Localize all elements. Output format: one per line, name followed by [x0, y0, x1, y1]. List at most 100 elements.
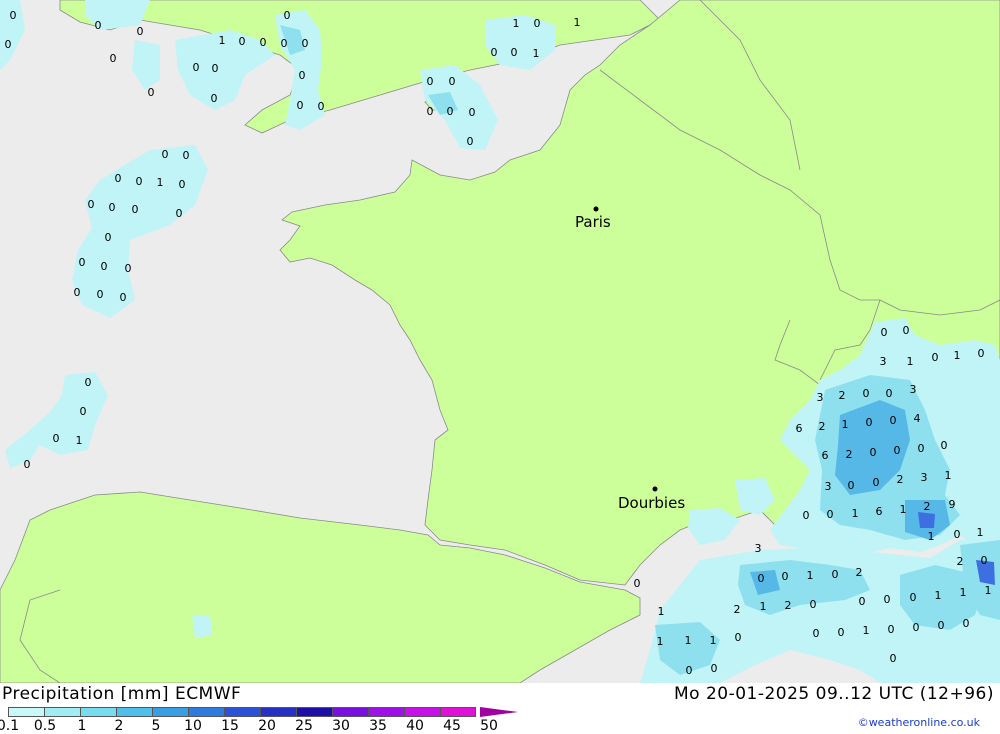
precip-value-label: 0 — [447, 105, 454, 118]
precip-value-label: 0 — [10, 9, 17, 22]
color-scale-swatch — [116, 707, 152, 717]
color-scale-tick: 1 — [77, 718, 87, 734]
precip-value-label: 2 — [957, 555, 964, 568]
precip-value-label: 2 — [734, 603, 741, 616]
color-scale-tick: 0.5 — [33, 718, 57, 734]
precip-value-label: 3 — [755, 542, 762, 555]
precip-value-label: 0 — [101, 260, 108, 273]
precip-value-label: 0 — [888, 623, 895, 636]
city-label-paris: Paris — [575, 213, 611, 231]
city-marker-paris[interactable] — [593, 206, 599, 212]
color-scale-tick: 20 — [258, 718, 276, 734]
precip-value-label: 2 — [846, 448, 853, 461]
precip-value-label: 0 — [132, 203, 139, 216]
precip-value-label: 1 — [657, 635, 664, 648]
precip-value-label: 0 — [913, 621, 920, 634]
precip-value-label: 0 — [80, 405, 87, 418]
precip-value-label: 0 — [467, 135, 474, 148]
precip-value-label: 0 — [511, 46, 518, 59]
precip-value-label: 0 — [866, 416, 873, 429]
precip-value-label: 3 — [921, 471, 928, 484]
precip-value-label: 0 — [832, 568, 839, 581]
color-scale-swatch — [332, 707, 368, 717]
precip-value-label: 0 — [894, 444, 901, 457]
precip-value-label: 0 — [890, 652, 897, 665]
city-label-dourbies: Dourbies — [618, 494, 685, 512]
color-scale-swatch — [404, 707, 440, 717]
color-scale-swatch — [224, 707, 260, 717]
precip-area — [192, 615, 212, 638]
precipitation-map: Paris Dourbies 0 0 0 0 0 0 1 0 0 0 0 0 0 0 0 0 0 0 1 0 1 0 0 1 0… — [0, 0, 1000, 683]
credit-link[interactable]: ©weatheronline.co.uk — [858, 716, 980, 729]
precip-value-label: 6 — [822, 449, 829, 462]
precip-value-label: 1 — [985, 584, 992, 597]
color-scale — [8, 707, 476, 717]
precip-value-label: 0 — [24, 458, 31, 471]
precip-value-label: 1 — [928, 530, 935, 543]
legend-bar: Precipitation [mm] ECMWF Mo 20-01-2025 0… — [0, 683, 1000, 734]
precip-value-label: 0 — [810, 598, 817, 611]
precip-value-label: 0 — [212, 62, 219, 75]
precip-value-label: 0 — [427, 105, 434, 118]
precip-value-label: 0 — [910, 591, 917, 604]
color-scale-swatch — [80, 707, 116, 717]
color-scale-tick: 35 — [369, 718, 387, 734]
precip-value-label: 0 — [162, 148, 169, 161]
precip-value-label: 0 — [449, 75, 456, 88]
precip-value-label: 6 — [796, 422, 803, 435]
precip-value-label: 1 — [685, 634, 692, 647]
precip-value-label: 0 — [838, 626, 845, 639]
precip-value-label: 0 — [932, 351, 939, 364]
color-scale-tick: 2 — [114, 718, 124, 734]
precip-value-label: 1 — [574, 16, 581, 29]
precip-value-label: 0 — [260, 36, 267, 49]
precip-value-label: 0 — [297, 99, 304, 112]
precip-value-label: 0 — [890, 414, 897, 427]
precip-value-label: 0 — [115, 172, 122, 185]
precip-value-label: 0 — [95, 19, 102, 32]
color-scale-tick: 45 — [443, 718, 461, 734]
precip-value-label: 1 — [954, 349, 961, 362]
precip-value-label: 0 — [954, 528, 961, 541]
precip-value-label: 0 — [903, 324, 910, 337]
color-scale-tick: 5 — [151, 718, 161, 734]
precip-value-label: 0 — [813, 627, 820, 640]
precip-value-label: 0 — [284, 9, 291, 22]
precip-value-label: 0 — [110, 52, 117, 65]
precip-value-label: 0 — [978, 347, 985, 360]
precip-value-label: 1 — [907, 355, 914, 368]
city-marker-dourbies[interactable] — [652, 486, 658, 492]
precip-value-label: 0 — [711, 662, 718, 675]
precip-value-label: 0 — [109, 201, 116, 214]
precip-value-label: 0 — [183, 149, 190, 162]
precip-value-label: 0 — [686, 664, 693, 677]
color-scale-arrow — [480, 707, 518, 717]
precip-value-label: 1 — [935, 589, 942, 602]
precip-value-label: 0 — [88, 198, 95, 211]
precip-value-label: 0 — [5, 38, 12, 51]
color-scale-tick: 0.1 — [0, 718, 20, 734]
precip-value-label: 3 — [817, 391, 824, 404]
precip-value-label: 0 — [74, 286, 81, 299]
precip-value-label: 0 — [193, 61, 200, 74]
precip-value-label: 0 — [782, 570, 789, 583]
precip-value-label: 0 — [870, 446, 877, 459]
precip-value-label: 0 — [136, 175, 143, 188]
precip-value-label: 0 — [534, 17, 541, 30]
precip-value-label: 0 — [981, 554, 988, 567]
precip-value-label: 6 — [876, 505, 883, 518]
color-scale-swatch — [44, 707, 80, 717]
precip-value-label: 1 — [710, 634, 717, 647]
color-scale-swatch — [368, 707, 404, 717]
color-scale-swatch — [188, 707, 224, 717]
precip-value-label: 2 — [924, 500, 931, 513]
color-scale-swatch — [440, 707, 476, 717]
precip-value-label: 0 — [863, 387, 870, 400]
precip-area — [918, 512, 935, 528]
precip-value-label: 0 — [148, 86, 155, 99]
precip-value-label: 0 — [918, 442, 925, 455]
precip-value-label: 0 — [491, 46, 498, 59]
precip-value-label: 1 — [960, 586, 967, 599]
precip-value-label: 1 — [76, 434, 83, 447]
precip-value-label: 0 — [859, 595, 866, 608]
